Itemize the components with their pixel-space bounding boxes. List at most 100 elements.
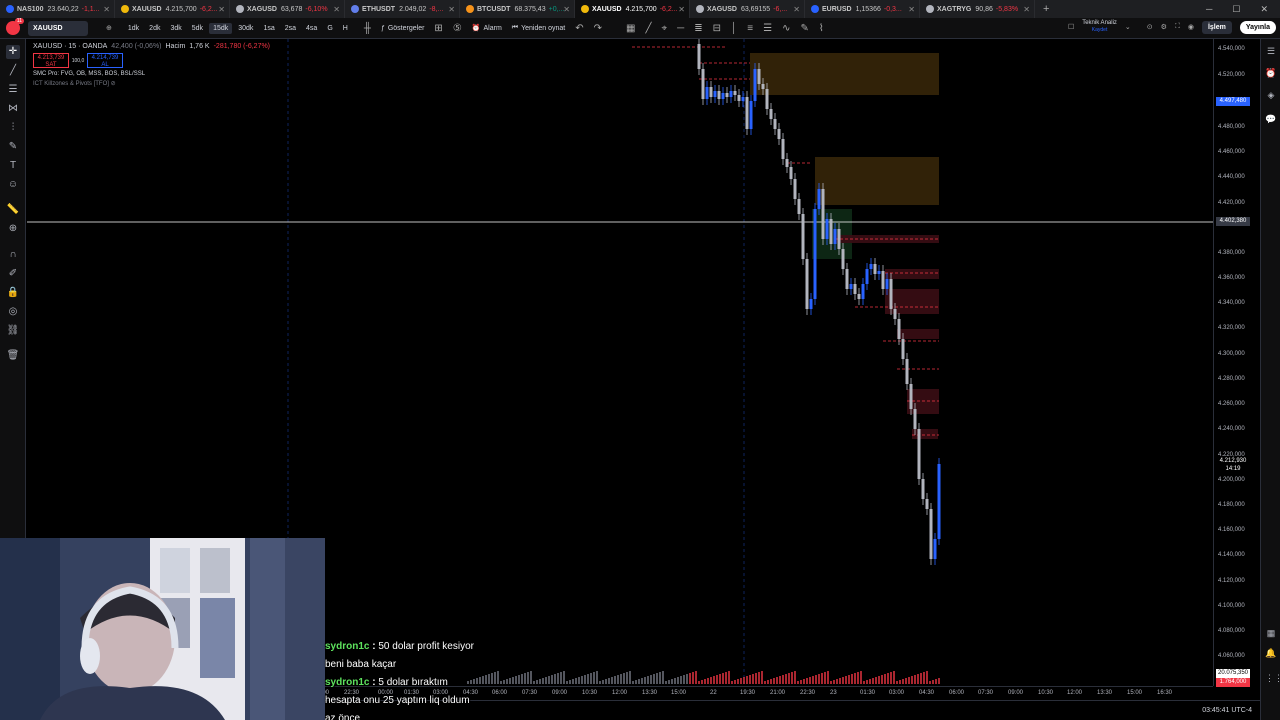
layers-icon[interactable]: ◈	[1265, 89, 1277, 101]
alerts-icon[interactable]: ⏰	[1265, 67, 1277, 79]
tab-xagusd[interactable]: XAGUSD 63,69155 -6,... ✕	[690, 0, 805, 18]
user-avatar[interactable]: 11	[6, 18, 24, 35]
stay-drawing-icon[interactable]: ✐	[6, 267, 20, 281]
close-tab-icon[interactable]: ✕	[103, 5, 110, 14]
timeframe-2dk[interactable]: 2dk	[145, 23, 164, 34]
close-tab-icon[interactable]: ✕	[218, 5, 225, 14]
trash-icon[interactable]: 🗑	[6, 349, 20, 363]
chat-text: az önce	[325, 713, 361, 720]
close-tab-icon[interactable]: ✕	[448, 5, 455, 14]
brush-tool-icon[interactable]: ✎	[6, 140, 20, 154]
close-tab-icon[interactable]: ✕	[908, 5, 915, 14]
price-scale[interactable]: 4.540,000 4.520,000 4.480,000 4.460,000 4.44…	[1213, 39, 1260, 687]
close-tab-icon[interactable]: ✕	[678, 5, 685, 14]
layout-icon[interactable]: ⊞	[434, 23, 442, 34]
timeframe-30dk[interactable]: 30dk	[234, 23, 257, 34]
legend-symbol-title[interactable]: XAUUSD · 15 · OANDA	[33, 43, 107, 50]
timeframe-1sa[interactable]: 1sa	[259, 23, 278, 34]
close-tab-icon[interactable]: ✕	[793, 5, 800, 14]
horizontal-line-icon[interactable]: ─	[677, 23, 684, 34]
indicator-smc[interactable]: SMC Pro: FVG, OB, MSS, BOS, BSL/SSL	[33, 71, 270, 77]
trendline-icon[interactable]: ╱	[645, 23, 651, 34]
volume-bar	[500, 681, 502, 684]
crosshair-icon[interactable]: ⌖	[661, 23, 667, 34]
settings-icon[interactable]: ⚙	[1161, 23, 1167, 31]
alarm-button[interactable]: ⏰ Alarm	[472, 24, 502, 33]
watchlist-icon[interactable]: ☰	[1265, 45, 1277, 57]
tab-xagusd[interactable]: XAGUSD 63,678 -6,10% ✕	[230, 0, 345, 18]
chevron-down-icon[interactable]: ⌄	[1125, 23, 1131, 31]
trendline-tool-icon[interactable]: ╱	[6, 64, 20, 78]
fib-icon[interactable]: ≣	[694, 23, 702, 34]
timeframe-2sa[interactable]: 2sa	[281, 23, 300, 34]
tab-xauusd[interactable]: XAUUSD 4.215,700 -6,2... ✕	[575, 0, 690, 18]
close-icon[interactable]: ✕	[1260, 4, 1268, 15]
tab-xauusd[interactable]: XAUUSD 4.215,700 -6,2... ✕	[115, 0, 230, 18]
brush-icon[interactable]: ✎	[800, 23, 808, 34]
ruler-icon[interactable]: 📏	[6, 203, 20, 217]
tab-eurusd[interactable]: EURUSD 1,15366 -0,3... ✕	[805, 0, 920, 18]
calendar-icon[interactable]: ▦	[1265, 627, 1277, 639]
tab-ethusdt[interactable]: ETHUSDT 2.049,02 -8,... ✕	[345, 0, 460, 18]
candle-type-icon[interactable]: ╫	[364, 23, 371, 34]
tech-analysis-button[interactable]: Teknik Analiz Kaydet	[1082, 20, 1117, 34]
prediction-tool-icon[interactable]: ⫶	[6, 121, 20, 135]
clock[interactable]: 03:45:41 UTC-4	[1202, 707, 1252, 714]
eye-off-icon[interactable]: ⊘	[111, 81, 116, 87]
sell-button[interactable]: 4.213,739 SAT	[33, 53, 69, 68]
camera-icon[interactable]: ◉	[1188, 23, 1194, 31]
redo-icon[interactable]: ↷	[594, 23, 602, 34]
trade-button[interactable]: İşlem	[1201, 20, 1232, 34]
plus-icon[interactable]: ⊕	[106, 24, 112, 32]
tab-nas100[interactable]: NAS100 23.640,22 -1,1... ✕	[0, 0, 115, 18]
zoom-in-icon[interactable]: ⊕	[6, 222, 20, 236]
grid-icon[interactable]: ▦	[626, 23, 635, 34]
tab-btcusdt[interactable]: BTCUSDT 68.375,43 +0,... ✕	[460, 0, 575, 18]
apps-icon[interactable]: ⋮⋮	[1265, 672, 1280, 684]
tab-xagtryg[interactable]: XAGTRYG 90,86 -5,83% ✕	[920, 0, 1035, 18]
cursor-icon[interactable]: ✛	[6, 45, 20, 59]
timeframe-3dk[interactable]: 3dk	[166, 23, 185, 34]
close-tab-icon[interactable]: ✕	[333, 5, 340, 14]
undo-icon[interactable]: ↶	[575, 23, 583, 34]
timeframe-15dk[interactable]: 15dk	[209, 22, 233, 34]
maximize-icon[interactable]: ☐	[1232, 4, 1240, 15]
symbol-search[interactable]: XAUUSD	[28, 20, 88, 36]
indicator-killzones[interactable]: ICT Killzones & Pivots [TFO] ⊘	[33, 80, 270, 87]
short-position-icon[interactable]: ☰	[763, 23, 772, 34]
pattern-icon[interactable]: ∿	[782, 23, 790, 34]
vertical-line-icon[interactable]: │	[731, 23, 737, 34]
publish-button[interactable]: Yayınla	[1239, 20, 1276, 34]
buy-button[interactable]: 4.214,739 AL	[87, 53, 123, 68]
pattern-tool-icon[interactable]: ⋈	[6, 102, 20, 116]
indicators-button[interactable]: ƒ Göstergeler	[381, 25, 424, 32]
bell-icon[interactable]: 🔔	[1265, 647, 1277, 659]
text-tool-icon[interactable]: T	[6, 159, 20, 173]
timeframe-H[interactable]: H	[339, 23, 352, 34]
timeframe-4sa[interactable]: 4sa	[302, 23, 321, 34]
timeframe-G[interactable]: G	[323, 23, 336, 34]
emoji-tool-icon[interactable]: ☺	[6, 178, 20, 192]
checkbox-icon[interactable]: ☐	[1068, 23, 1074, 31]
close-tab-icon[interactable]: ✕	[1023, 5, 1030, 14]
templates-icon[interactable]: ⑤	[453, 23, 462, 34]
close-tab-icon[interactable]: ✕	[563, 5, 570, 14]
path-icon[interactable]: ⌇	[819, 23, 824, 34]
timeframe-5dk[interactable]: 5dk	[188, 23, 207, 34]
magnet-icon[interactable]: ∩	[6, 248, 20, 262]
volume-bar	[683, 675, 685, 684]
eye-icon[interactable]: ◎	[6, 305, 20, 319]
add-tab-button[interactable]: +	[1035, 3, 1057, 15]
chat-icon[interactable]: 💬	[1265, 113, 1277, 125]
link-icon[interactable]: ⛓	[6, 324, 20, 338]
time-tick-label: 09:00	[552, 690, 568, 696]
lock-icon[interactable]: 🔒	[6, 286, 20, 300]
timeframe-1dk[interactable]: 1dk	[124, 23, 143, 34]
fib-tool-icon[interactable]: ☰	[6, 83, 20, 97]
channel-icon[interactable]: ⊟	[713, 23, 721, 34]
long-position-icon[interactable]: ≡	[747, 23, 753, 34]
replay-button[interactable]: ⏮ Yeniden oynat	[512, 24, 565, 32]
fullscreen-icon[interactable]: ⛶	[1175, 23, 1180, 31]
dollar-icon[interactable]: ⊙	[1147, 23, 1153, 31]
minimize-icon[interactable]: ─	[1206, 4, 1212, 14]
